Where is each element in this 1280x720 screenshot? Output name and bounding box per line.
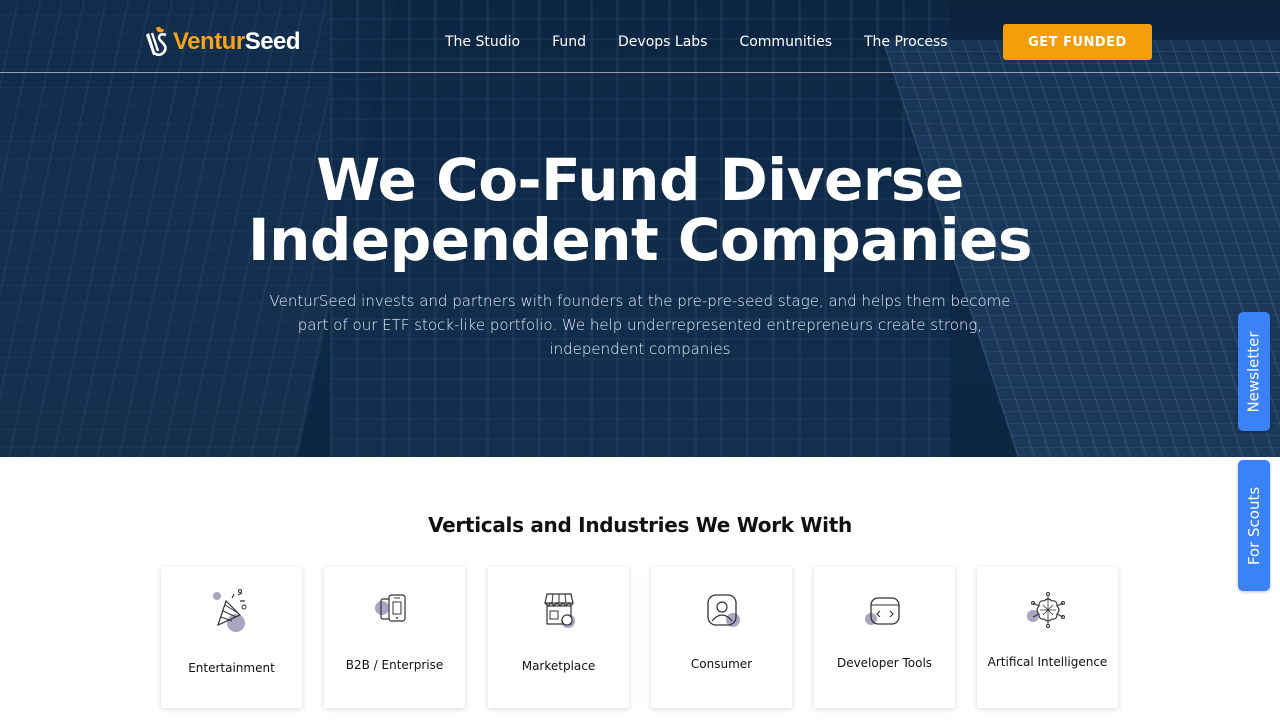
top-navigation: VenturSeed The Studio Fund Devops Labs C… [0, 0, 1280, 73]
newsletter-tab[interactable]: Newsletter [1238, 312, 1270, 431]
vertical-card-consumer[interactable]: Consumer [651, 567, 792, 708]
vertical-label: Consumer [690, 657, 753, 671]
vertical-card-entertainment[interactable]: Entertainment [161, 567, 302, 708]
brand-logo[interactable]: VenturSeed [143, 24, 301, 60]
neural-chip-icon [1026, 592, 1065, 628]
storefront-icon [543, 593, 575, 628]
newsletter-tab-label: Newsletter [1245, 330, 1263, 413]
vertical-label: Developer Tools [836, 656, 933, 670]
user-profile-icon [706, 594, 740, 627]
nav-link-studio[interactable]: The Studio [429, 34, 536, 50]
brand-name-part2: Seed [244, 28, 301, 55]
vertical-label: Entertainment [188, 661, 275, 675]
vertical-card-developer-tools[interactable]: Developer Tools [814, 567, 955, 708]
code-window-icon [864, 597, 900, 625]
vertical-label: B2B / Enterprise [345, 658, 444, 672]
vertical-label: Artifical Intelligence [987, 655, 1108, 669]
party-popper-icon [212, 589, 246, 632]
hero-title: We Co-Fund Diverse Independent Companies [140, 150, 1140, 270]
hero-title-line2: Independent Companies [248, 206, 1032, 274]
vertical-card-artificial-intelligence[interactable]: Artifical Intelligence [977, 567, 1118, 708]
for-scouts-tab[interactable]: For Scouts [1238, 460, 1270, 591]
logo-mark-icon [146, 26, 167, 57]
brand-name-part1: Ventur [173, 28, 245, 55]
vertical-card-b2b[interactable]: B2B / Enterprise [324, 567, 465, 708]
hero-title-line1: We Co-Fund Diverse [316, 146, 964, 214]
nav-link-process[interactable]: The Process [848, 34, 964, 50]
vertical-label: Marketplace [521, 659, 596, 673]
nav-link-fund[interactable]: Fund [536, 34, 602, 50]
hero-subtitle: VenturSeed invests and partners with fou… [269, 292, 1011, 358]
get-funded-button[interactable]: GET FUNDED [1003, 24, 1152, 60]
vertical-card-marketplace[interactable]: Marketplace [488, 567, 629, 708]
hero-section: VenturSeed The Studio Fund Devops Labs C… [0, 0, 1280, 457]
for-scouts-tab-label: For Scouts [1245, 486, 1264, 565]
nav-link-communities[interactable]: Communities [723, 34, 848, 50]
nav-links: The Studio Fund Devops Labs Communities … [429, 34, 964, 50]
devices-icon [374, 594, 406, 622]
verticals-title: Verticals and Industries We Work With [428, 513, 852, 537]
nav-link-devops-labs[interactable]: Devops Labs [602, 34, 723, 50]
